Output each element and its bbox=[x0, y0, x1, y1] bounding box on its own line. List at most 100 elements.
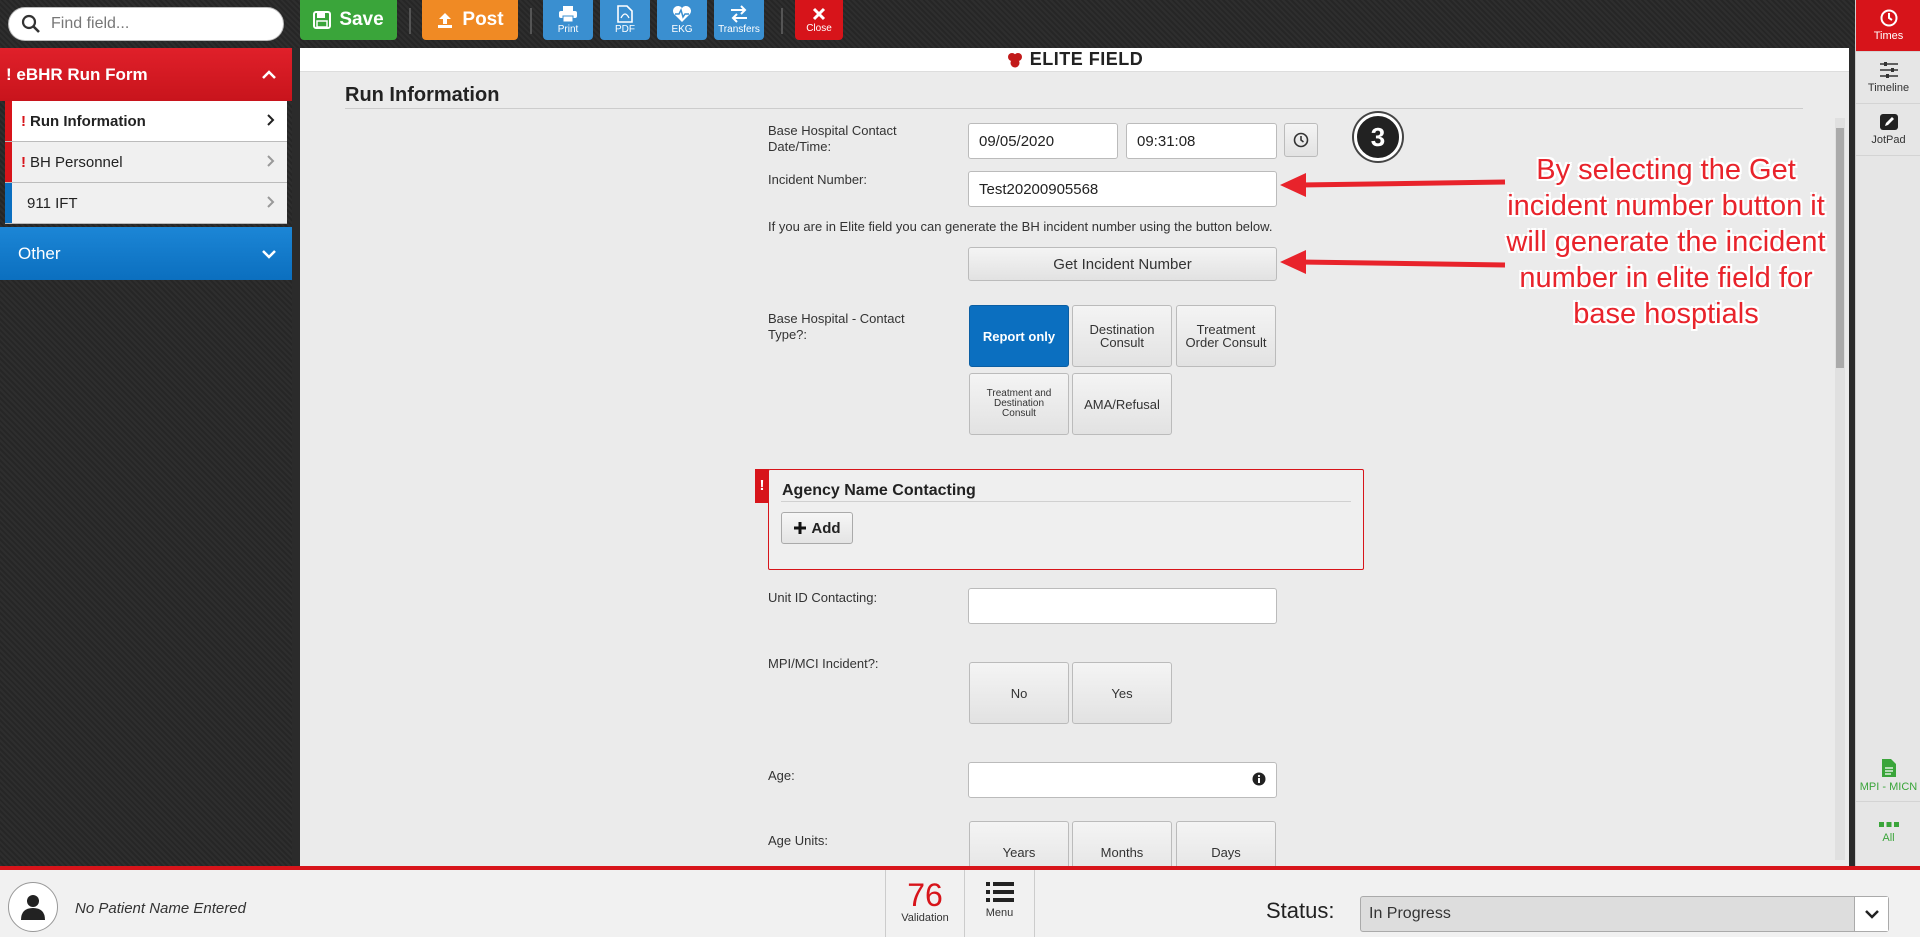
info-note: If you are in Elite field you can genera… bbox=[768, 219, 1273, 234]
contact-time-field[interactable] bbox=[1126, 123, 1277, 159]
mpi-micn-button[interactable]: MPI - MICN bbox=[1856, 750, 1920, 802]
avatar[interactable] bbox=[8, 882, 58, 932]
age-field[interactable] bbox=[968, 762, 1277, 798]
toolbar-divider bbox=[530, 8, 532, 34]
status-select[interactable]: In Progress bbox=[1360, 896, 1889, 932]
page-title: Run Information bbox=[345, 84, 500, 106]
validation-count: 76 bbox=[907, 877, 943, 913]
contact-type-destination-consult[interactable]: Destination Consult bbox=[1072, 305, 1172, 367]
transfers-button[interactable]: Transfers bbox=[714, 0, 764, 40]
ebhr-run-form-header[interactable]: ! eBHR Run Form bbox=[0, 48, 292, 101]
jotpad-label: JotPad bbox=[1871, 134, 1906, 146]
contact-type-report-only[interactable]: Report only bbox=[969, 305, 1069, 367]
close-button[interactable]: Close bbox=[795, 0, 843, 40]
chevron-right-icon bbox=[267, 113, 275, 129]
required-icon: ! bbox=[21, 153, 26, 171]
contact-type-treatment-order-consult[interactable]: Treatment Order Consult bbox=[1176, 305, 1276, 367]
pdf-label: PDF bbox=[615, 24, 635, 35]
plus-icon bbox=[794, 522, 807, 534]
ekg-button[interactable]: EKG bbox=[657, 0, 707, 40]
arrow-to-get-incident-button bbox=[1299, 259, 1506, 268]
sidebar-item-label: 911 IFT bbox=[27, 194, 78, 212]
menu-label: Menu bbox=[985, 907, 1014, 919]
save-button[interactable]: Save bbox=[300, 0, 397, 40]
info-icon[interactable] bbox=[1252, 772, 1266, 789]
all-button[interactable]: All bbox=[1856, 806, 1920, 858]
transfers-label: Transfers bbox=[718, 24, 760, 35]
step-number-badge: 3 bbox=[1354, 113, 1402, 161]
find-field-search[interactable] bbox=[8, 7, 284, 41]
add-agency-button[interactable]: Add bbox=[781, 512, 853, 544]
search-input[interactable] bbox=[51, 15, 271, 33]
incident-number-label: Incident Number: bbox=[768, 172, 867, 187]
sidebar-item-911-ift[interactable]: 911 IFT bbox=[5, 183, 287, 224]
toolbar-divider bbox=[781, 8, 783, 34]
other-label: Other bbox=[18, 243, 61, 263]
agency-name-panel: Agency Name Contacting Add bbox=[768, 469, 1364, 570]
agency-title: Agency Name Contacting bbox=[782, 482, 976, 499]
age-label: Age: bbox=[768, 768, 795, 783]
contact-date-field[interactable] bbox=[968, 123, 1118, 159]
transfer-arrows-icon bbox=[731, 5, 747, 23]
validation-label: Validation bbox=[901, 912, 949, 924]
required-icon: ! bbox=[21, 112, 26, 130]
sidebar-item-run-information[interactable]: ! Run Information bbox=[5, 101, 287, 142]
sidebar-item-label: Run Information bbox=[30, 112, 146, 130]
age-units-label: Age Units: bbox=[768, 833, 828, 848]
pencil-icon bbox=[1879, 114, 1898, 130]
status-label: Status: bbox=[1266, 898, 1335, 923]
chevron-down-icon[interactable] bbox=[1854, 897, 1888, 931]
status-bar bbox=[5, 142, 12, 182]
chevron-down-icon bbox=[262, 244, 276, 264]
menu-button[interactable]: Menu bbox=[965, 870, 1035, 937]
other-section-header[interactable]: Other bbox=[0, 227, 292, 280]
age-unit-days[interactable]: Days bbox=[1176, 821, 1276, 866]
print-button[interactable]: Print bbox=[543, 0, 593, 40]
toolbar-divider bbox=[409, 8, 411, 34]
age-unit-months[interactable]: Months bbox=[1072, 821, 1172, 866]
timeline-button[interactable]: Timeline bbox=[1856, 52, 1920, 104]
close-icon bbox=[812, 7, 826, 21]
times-button[interactable]: Times bbox=[1856, 0, 1920, 52]
arrow-to-incident-field bbox=[1299, 179, 1506, 188]
pdf-button[interactable]: PDF bbox=[600, 0, 650, 40]
validation-button[interactable]: 76 Validation bbox=[885, 870, 965, 937]
post-button[interactable]: Post bbox=[422, 0, 518, 40]
clock-icon bbox=[1880, 9, 1897, 27]
get-incident-number-button[interactable]: Get Incident Number bbox=[968, 247, 1277, 281]
pdf-file-icon bbox=[617, 5, 633, 23]
age-unit-years[interactable]: Years bbox=[969, 821, 1069, 866]
mpi-incident-label: MPI/MCI Incident?: bbox=[768, 656, 879, 671]
incident-number-field[interactable] bbox=[968, 171, 1277, 207]
upload-icon bbox=[438, 13, 453, 28]
contact-datetime-label: Base Hospital Contact Date/Time: bbox=[768, 123, 897, 154]
printer-icon bbox=[559, 6, 577, 23]
more-dots-icon bbox=[1878, 821, 1899, 827]
document-icon bbox=[1881, 759, 1896, 777]
post-label: Post bbox=[462, 9, 504, 30]
contact-type-ama-refusal[interactable]: AMA/Refusal bbox=[1072, 373, 1172, 435]
elite-logo-icon bbox=[1007, 52, 1022, 67]
list-menu-icon bbox=[985, 882, 1014, 902]
bottom-bar: No Patient Name Entered 76 Validation Me… bbox=[0, 866, 1920, 937]
set-current-time-button[interactable] bbox=[1284, 123, 1318, 157]
sidebar-item-bh-personnel[interactable]: ! BH Personnel bbox=[5, 142, 287, 183]
clock-icon bbox=[1293, 132, 1309, 148]
add-label: Add bbox=[811, 519, 841, 537]
mpi-option-no[interactable]: No bbox=[969, 662, 1069, 724]
right-rail: Times Timeline JotPad MPI - MICN All bbox=[1855, 0, 1920, 866]
sidebar-item-label: BH Personnel bbox=[30, 153, 123, 171]
unit-id-label: Unit ID Contacting: bbox=[768, 590, 878, 605]
mpi-micn-label: MPI - MICN bbox=[1859, 781, 1918, 793]
brand-name: ELITE FIELD bbox=[1029, 49, 1144, 69]
top-toolbar: Save Post Print PDF EKG Transfers Close bbox=[0, 0, 1920, 48]
contact-type-treatment-destination-consult[interactable]: Treatment and Destination Consult bbox=[969, 373, 1069, 435]
agency-divider bbox=[781, 501, 1351, 502]
brand-header: ELITE FIELD bbox=[300, 48, 1849, 72]
timeline-label: Timeline bbox=[1867, 82, 1910, 94]
unit-id-field[interactable] bbox=[968, 588, 1277, 624]
annotation-text: By selecting the Get incident number but… bbox=[1506, 154, 1826, 330]
mpi-option-yes[interactable]: Yes bbox=[1072, 662, 1172, 724]
jotpad-button[interactable]: JotPad bbox=[1856, 104, 1920, 156]
status-bar bbox=[5, 183, 12, 223]
